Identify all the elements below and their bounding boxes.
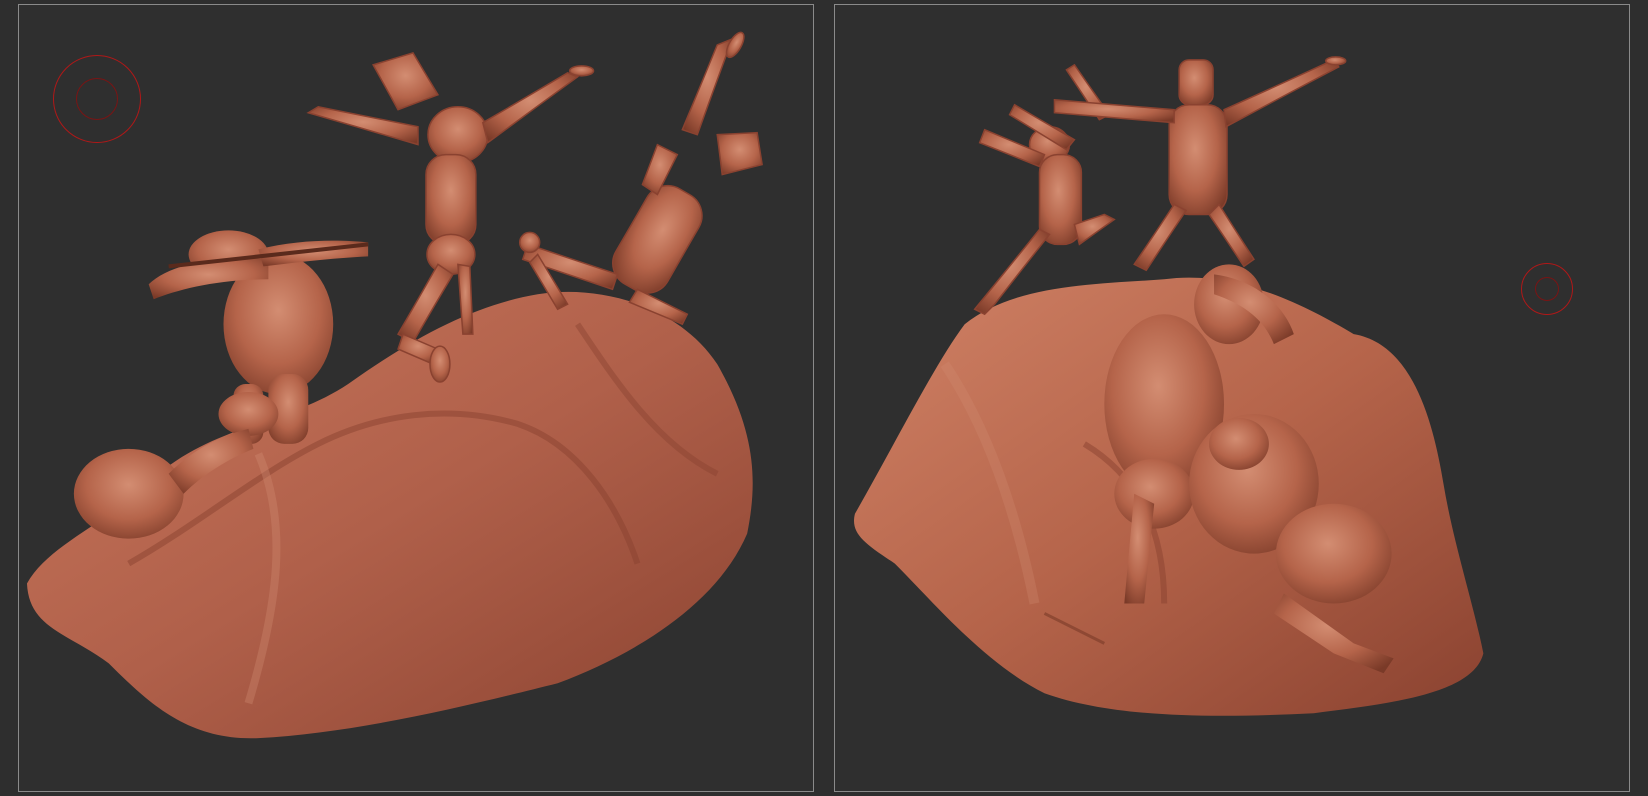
mannequin-back-right [1053,56,1347,272]
mannequin-right [518,31,763,326]
viewport-right[interactable] [834,4,1630,792]
sculpt-render-right [854,56,1484,716]
viewport-left[interactable] [18,4,814,792]
sculpt-render-left [26,31,763,739]
brush-cursor-icon [53,55,141,143]
brush-cursor-icon [1521,263,1573,315]
